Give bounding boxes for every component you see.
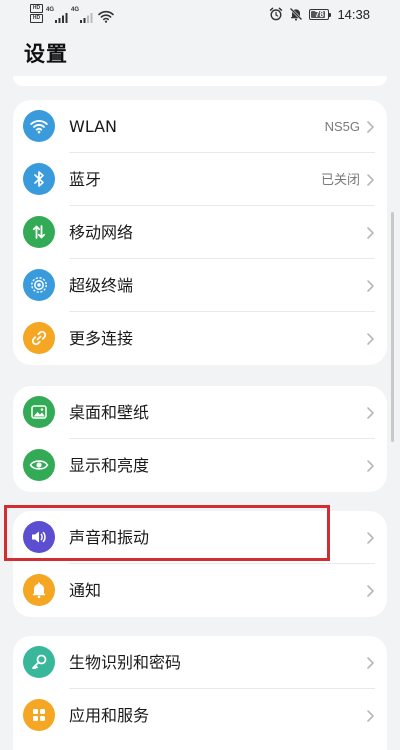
wifi-icon xyxy=(23,110,55,142)
settings-item-wlan[interactable]: WLAN NS5G xyxy=(13,100,387,153)
chevron-right-icon xyxy=(367,280,374,292)
settings-group-display: 桌面和壁纸 显示和亮度 xyxy=(13,386,387,492)
settings-item-label: 移动网络 xyxy=(69,223,134,242)
hd-icon: HD HD xyxy=(30,4,43,23)
signal-type-sim1: 4G xyxy=(46,7,55,13)
bluetooth-icon xyxy=(23,163,55,195)
chevron-right-icon xyxy=(367,657,374,669)
signal-type-sim2: 4G xyxy=(71,7,80,13)
settings-item-label: 蓝牙 xyxy=(69,170,102,189)
chevron-right-icon xyxy=(367,227,374,239)
settings-item-apps-services[interactable]: 应用和服务 xyxy=(13,689,387,742)
highlight-box xyxy=(4,505,330,561)
status-bar-right: 78 14:38 xyxy=(269,6,370,22)
settings-item-label: 桌面和壁纸 xyxy=(69,403,150,422)
settings-item-label: 生物识别和密码 xyxy=(69,653,182,672)
chevron-right-icon xyxy=(367,407,374,419)
eye-icon xyxy=(23,449,55,481)
settings-item-label: 超级终端 xyxy=(69,276,134,295)
mobile-data-icon xyxy=(23,216,55,248)
bell-icon xyxy=(23,574,55,606)
status-bar: HD HD 4G 4G 78 14:38 xyxy=(0,0,400,28)
apps-icon xyxy=(23,699,55,731)
chevron-right-icon xyxy=(367,333,374,345)
settings-item-notifications[interactable]: 通知 xyxy=(13,564,387,617)
chevron-right-icon xyxy=(367,532,374,544)
chevron-right-icon xyxy=(367,585,374,597)
chevron-right-icon xyxy=(367,121,374,133)
settings-item-super-device[interactable]: 超级终端 xyxy=(13,259,387,312)
chevron-right-icon xyxy=(367,174,374,186)
chevron-right-icon xyxy=(367,460,374,472)
battery-level: 78 xyxy=(315,9,324,19)
settings-item-value: 已关闭 xyxy=(320,172,360,187)
signal-icon: 4G xyxy=(71,7,93,23)
settings-item-label: WLAN xyxy=(69,117,118,136)
status-time: 14:38 xyxy=(337,6,370,22)
scrollbar[interactable] xyxy=(391,212,394,442)
super-device-icon xyxy=(23,269,55,301)
hd-badge-sim1: HD xyxy=(30,4,43,13)
hd-badge-sim2: HD xyxy=(30,14,43,23)
card-peek xyxy=(13,76,387,86)
settings-item-label: 更多连接 xyxy=(69,329,134,348)
settings-item-home-wallpaper[interactable]: 桌面和壁纸 xyxy=(13,386,387,439)
settings-item-biometrics-password[interactable]: 生物识别和密码 xyxy=(13,636,387,689)
mute-icon xyxy=(290,7,303,21)
settings-item-mobile-network[interactable]: 移动网络 xyxy=(13,206,387,259)
settings-item-bluetooth[interactable]: 蓝牙 已关闭 xyxy=(13,153,387,206)
settings-group-security: 生物识别和密码 应用和服务 xyxy=(13,636,387,750)
settings-item-label: 应用和服务 xyxy=(69,706,150,725)
battery-icon: 78 xyxy=(309,8,332,20)
chevron-right-icon xyxy=(367,710,374,722)
link-icon xyxy=(23,322,55,354)
wallpaper-icon xyxy=(23,396,55,428)
settings-item-more-connections[interactable]: 更多连接 xyxy=(13,312,387,365)
wifi-icon xyxy=(98,10,114,23)
page-title: 设置 xyxy=(24,42,68,66)
alarm-icon xyxy=(270,7,283,21)
settings-item-display-brightness[interactable]: 显示和亮度 xyxy=(13,439,387,492)
status-bar-left: HD HD 4G 4G xyxy=(30,4,114,23)
settings-item-label: 显示和亮度 xyxy=(69,456,150,475)
settings-group-connectivity: WLAN NS5G 蓝牙 已关闭 移动网络 超级终端 更多连接 xyxy=(13,100,387,365)
key-icon xyxy=(23,646,55,678)
settings-item-label: 通知 xyxy=(69,581,102,600)
settings-item-value: NS5G xyxy=(324,119,360,134)
signal-icon: 4G xyxy=(46,7,68,23)
